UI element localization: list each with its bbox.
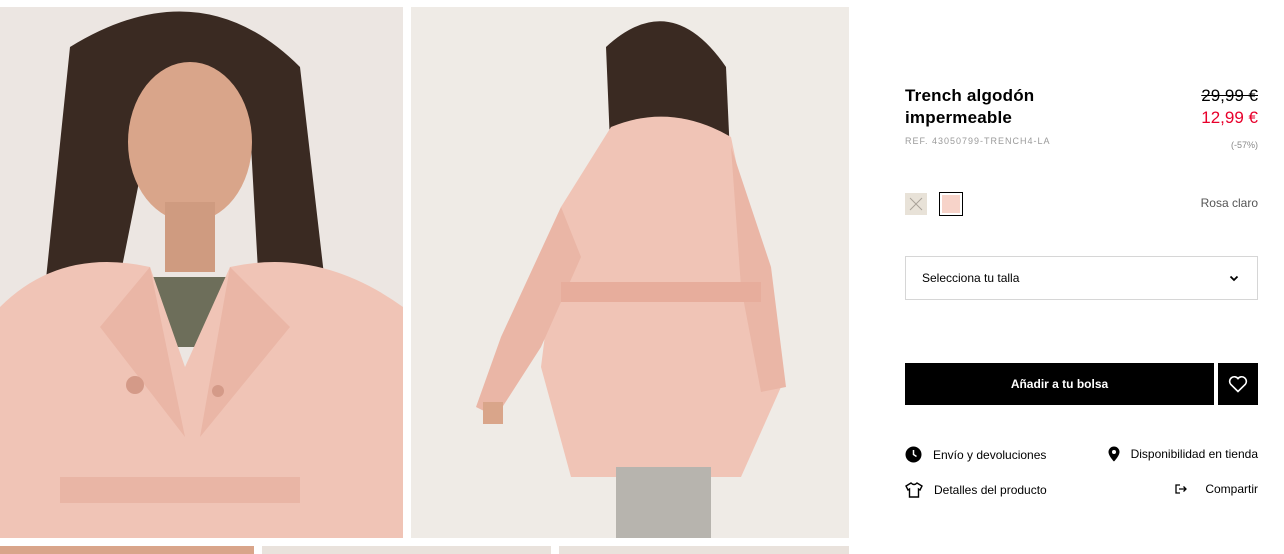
product-reference: REF. 43050799-TRENCH4-LA bbox=[905, 136, 1051, 146]
add-to-bag-button[interactable]: Añadir a tu bolsa bbox=[905, 363, 1214, 405]
share-link[interactable]: Compartir bbox=[1174, 482, 1258, 496]
thumbnail-image[interactable] bbox=[262, 546, 551, 554]
thumbnail-image[interactable] bbox=[559, 546, 849, 554]
shipping-returns-link[interactable]: Envío y devoluciones bbox=[905, 446, 1046, 463]
original-price: 29,99 € bbox=[1201, 86, 1258, 105]
discount-badge: (-57%) bbox=[1230, 140, 1258, 150]
thumbnail-image[interactable] bbox=[0, 546, 254, 554]
share-label: Compartir bbox=[1205, 482, 1258, 496]
store-availability-label: Disponibilidad en tienda bbox=[1130, 447, 1258, 461]
color-swatch-fill bbox=[942, 195, 960, 213]
store-availability-link[interactable]: Disponibilidad en tienda bbox=[1108, 446, 1258, 462]
chevron-down-icon bbox=[1229, 275, 1239, 282]
product-details-label: Detalles del producto bbox=[934, 483, 1047, 497]
tshirt-icon bbox=[905, 482, 923, 498]
shipping-returns-label: Envío y devoluciones bbox=[933, 447, 1047, 462]
location-pin-icon bbox=[1108, 446, 1120, 462]
size-select[interactable]: Selecciona tu talla bbox=[905, 256, 1258, 300]
heart-icon bbox=[1228, 375, 1248, 393]
share-icon bbox=[1175, 484, 1188, 494]
product-image-back[interactable] bbox=[411, 7, 849, 538]
sale-price: 12,99 € bbox=[1201, 108, 1258, 127]
selected-color-name: Rosa claro bbox=[1200, 196, 1258, 210]
product-photo-back bbox=[411, 7, 849, 538]
color-swatch-beige[interactable] bbox=[905, 193, 927, 215]
color-swatch-pink-selected[interactable] bbox=[939, 192, 963, 216]
unavailable-cross-icon bbox=[909, 197, 923, 211]
size-select-label: Selecciona tu talla bbox=[922, 271, 1020, 285]
clock-icon bbox=[905, 446, 922, 463]
product-photo-front bbox=[0, 7, 403, 538]
product-title: Trench algodón impermeable bbox=[905, 86, 1035, 127]
favorite-button[interactable] bbox=[1218, 363, 1258, 405]
product-details-link[interactable]: Detalles del producto bbox=[905, 482, 1047, 498]
product-image-front[interactable] bbox=[0, 7, 403, 538]
